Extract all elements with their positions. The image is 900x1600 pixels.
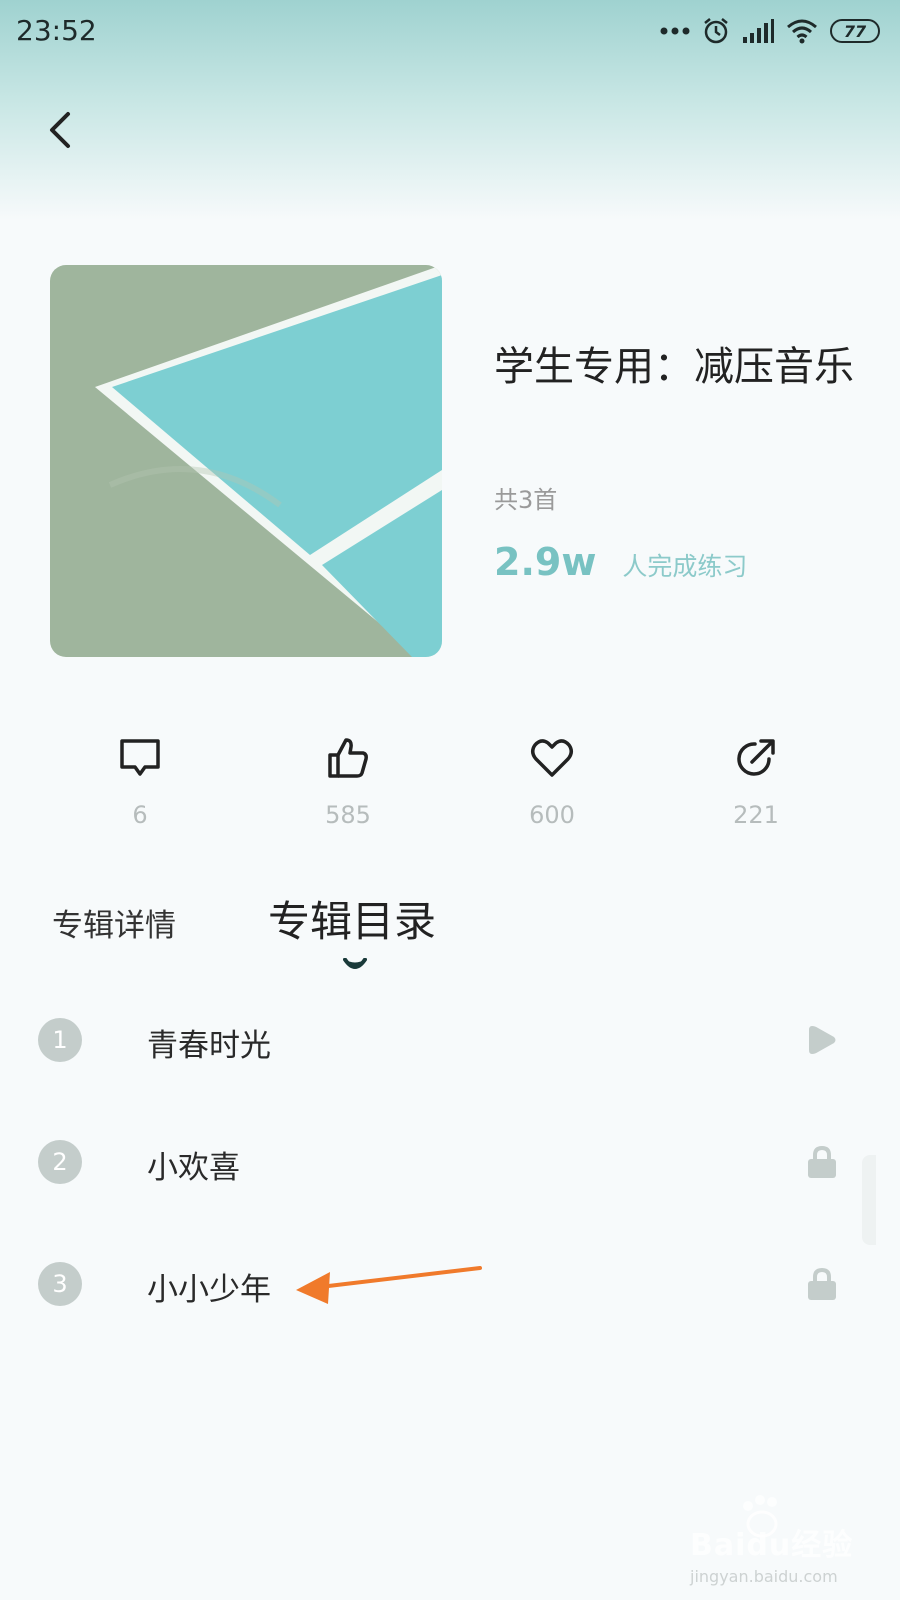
track-count: 共3首 xyxy=(494,486,558,514)
completion-label: 人完成练习 xyxy=(622,552,748,581)
edge-scroll-handle[interactable] xyxy=(862,1155,876,1245)
lock-icon xyxy=(808,1145,836,1178)
track-number: 2 xyxy=(38,1140,82,1184)
wifi-icon xyxy=(787,19,817,44)
comment-button[interactable]: 6 xyxy=(80,735,200,829)
action-bar: 6 585 600 221 xyxy=(0,735,900,845)
thumbs-up-icon xyxy=(328,738,368,778)
track-title: 小小少年 xyxy=(147,1272,271,1308)
signal-icon xyxy=(743,19,774,43)
favorite-button[interactable]: 600 xyxy=(492,735,612,829)
share-button[interactable]: 221 xyxy=(696,735,816,829)
share-icon xyxy=(737,739,775,776)
album-cover-image xyxy=(50,265,442,657)
track-number: 1 xyxy=(38,1018,82,1062)
status-time: 23:52 xyxy=(16,14,97,47)
status-bar: 23:52 77 xyxy=(0,0,900,62)
favorite-count: 600 xyxy=(529,801,575,829)
track-number: 3 xyxy=(38,1262,82,1306)
like-button[interactable]: 585 xyxy=(288,735,408,829)
status-icons: 77 xyxy=(660,14,880,48)
battery-icon: 77 xyxy=(830,19,880,43)
track-row[interactable]: 2 小欢喜 xyxy=(0,1122,900,1202)
album-cover xyxy=(50,265,442,657)
comment-count: 6 xyxy=(132,801,148,829)
track-title: 青春时光 xyxy=(147,1028,271,1064)
track-title: 小欢喜 xyxy=(147,1150,240,1186)
annotation-arrow-icon xyxy=(296,1266,482,1304)
album-title: 学生专用：减压音乐 xyxy=(494,344,854,390)
track-row[interactable]: 1 青春时光 xyxy=(0,1000,900,1080)
alarm-icon xyxy=(704,18,728,44)
completion-count: 2.9w xyxy=(494,540,597,584)
back-button[interactable] xyxy=(40,108,84,152)
completion-stats: 2.9w 人完成练习 xyxy=(494,540,747,584)
lock-icon xyxy=(808,1267,836,1300)
watermark-text: Baidu经验 xyxy=(690,1528,854,1563)
tab-album-details[interactable]: 专辑详情 xyxy=(52,900,176,945)
more-dots-icon xyxy=(660,27,690,35)
tab-active-indicator xyxy=(343,958,367,969)
comment-icon xyxy=(120,739,160,776)
share-count: 221 xyxy=(733,801,779,829)
like-count: 585 xyxy=(325,801,371,829)
tab-album-list[interactable]: 专辑目录 xyxy=(268,888,436,949)
watermark-url: jingyan.baidu.com xyxy=(690,1567,838,1586)
play-icon[interactable] xyxy=(804,1022,840,1058)
heart-icon xyxy=(531,739,573,777)
